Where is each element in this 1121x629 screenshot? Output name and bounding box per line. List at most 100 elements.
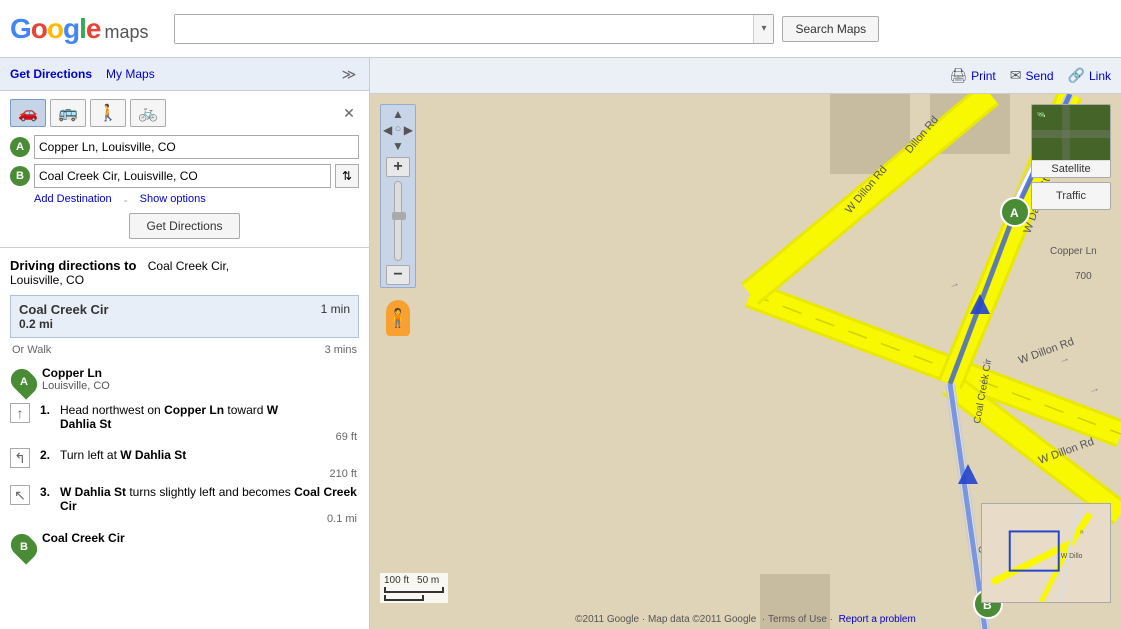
logo-google: Google — [10, 13, 100, 45]
step-3-text: W Dahlia St turns slightly left and beco… — [60, 485, 359, 513]
map-container[interactable]: 🖨 Print ✉ Send 🔗 Link — [370, 58, 1121, 629]
close-form-button[interactable]: ✕ — [339, 103, 359, 123]
pan-left-button[interactable]: ◀ — [383, 123, 393, 137]
scale-label-m: 50 m — [417, 575, 439, 586]
zoom-slider-track — [394, 181, 402, 261]
start-city: Louisville, CO — [42, 380, 359, 392]
waypoint-b-row: B Coal Creek Cir, Louisville, CO ⇅ — [10, 164, 359, 188]
send-link[interactable]: ✉ Send — [1010, 67, 1054, 84]
scale-line-m — [384, 595, 424, 601]
zoom-in-button[interactable]: + — [386, 157, 410, 177]
step-2: ↰ 2. Turn left at W Dahlia St — [10, 445, 359, 470]
logo-maps-text: maps — [104, 22, 148, 43]
transport-car-button[interactable]: 🚗 — [10, 99, 46, 127]
pan-right-button[interactable]: ▶ — [403, 123, 413, 137]
pan-up-button[interactable]: ▲ — [392, 107, 404, 121]
start-step: A Copper Ln Louisville, CO — [10, 366, 359, 396]
satellite-thumbnail: 🛰 — [1032, 105, 1111, 160]
pegman-button[interactable]: 🧍 — [386, 300, 410, 336]
step-3-dist: 0.1 mi — [10, 513, 359, 525]
transport-transit-button[interactable]: 🚌 — [50, 99, 86, 127]
step-2-num: 2. — [40, 448, 54, 462]
link-link[interactable]: 🔗 Link — [1068, 67, 1111, 84]
zoom-out-button[interactable]: − — [386, 265, 410, 285]
turn-1-icon: ↑ — [10, 403, 30, 423]
pan-zoom-control: ▲ ◀ ○ ▶ ▼ + − — [380, 104, 416, 288]
transport-modes: 🚗 🚌 🚶 🚲 ✕ — [10, 99, 359, 127]
swap-waypoints-button[interactable]: ⇅ — [335, 164, 359, 188]
report-problem-link[interactable]: Report a problem — [839, 614, 916, 625]
satellite-layer-button[interactable]: 🛰 Satellite — [1031, 104, 1111, 178]
search-input[interactable] — [175, 15, 753, 43]
scale-bar: 100 ft 50 m — [380, 573, 448, 603]
step-3: ↖ 3. W Dahlia St turns slightly left and… — [10, 482, 359, 515]
mini-map: W Dillo n — [981, 503, 1111, 603]
results-title: Driving directions to — [10, 258, 136, 273]
satellite-label: Satellite — [1032, 160, 1110, 177]
step-1-dist: 69 ft — [10, 431, 359, 443]
directions-form: 🚗 🚌 🚶 🚲 ✕ A Copper Ln, Louisville, CO B … — [0, 91, 369, 248]
scale-label-ft: 100 ft — [384, 575, 409, 586]
nav-bar: Get Directions My Maps ≫ — [0, 58, 369, 91]
waypoint-a-input[interactable]: Copper Ln, Louisville, CO — [34, 135, 359, 159]
step-1-num: 1. — [40, 403, 54, 417]
search-dropdown-button[interactable]: ▾ — [753, 15, 773, 43]
my-maps-link[interactable]: My Maps — [106, 67, 155, 81]
search-bar: ▾ — [174, 14, 774, 44]
or-walk-row: Or Walk 3 mins — [10, 344, 359, 356]
zoom-slider-thumb[interactable] — [392, 212, 406, 220]
turn-2-icon: ↰ — [10, 448, 30, 468]
step-2-dist: 210 ft — [10, 468, 359, 480]
waypoint-a-row: A Copper Ln, Louisville, CO — [10, 135, 359, 159]
waypoint-a-marker: A — [10, 137, 30, 157]
map-toolbar: 🖨 Print ✉ Send 🔗 Link — [370, 58, 1121, 94]
get-directions-link[interactable]: Get Directions — [10, 67, 92, 81]
collapse-sidebar-button[interactable]: ≫ — [339, 64, 359, 84]
route-name: Coal Creek Cir — [19, 302, 109, 317]
start-marker-icon: A — [10, 366, 38, 396]
svg-text:A: A — [1010, 206, 1019, 220]
step-1: ↑ 1. Head northwest on Copper Ln toward … — [10, 400, 359, 433]
logo: Google maps — [10, 13, 148, 45]
transport-walk-button[interactable]: 🚶 — [90, 99, 126, 127]
end-location: Coal Creek Cir — [42, 531, 359, 545]
end-step: B Coal Creek Cir — [10, 531, 359, 561]
print-icon: 🖨 — [949, 67, 967, 84]
main-layout: Get Directions My Maps ≫ 🚗 🚌 🚶 🚲 ✕ A Cop… — [0, 58, 1121, 629]
svg-text:🛰: 🛰 — [1037, 111, 1046, 119]
svg-text:700: 700 — [1075, 271, 1092, 282]
scale-line-ft — [384, 587, 444, 593]
waypoint-b-marker: B — [10, 166, 30, 186]
results-header: Driving directions to Coal Creek Cir, Lo… — [10, 258, 359, 287]
route-summary[interactable]: Coal Creek Cir 0.2 mi 1 min — [10, 295, 359, 338]
svg-text:W Dillo: W Dillo — [1061, 553, 1083, 560]
get-directions-button[interactable]: Get Directions — [129, 213, 239, 239]
step-1-text: Head northwest on Copper Ln toward WDahl… — [60, 403, 359, 431]
link-icon: 🔗 — [1068, 67, 1085, 84]
step-3-num: 3. — [40, 485, 54, 499]
route-time: 1 min — [321, 302, 350, 316]
map-controls: ▲ ◀ ○ ▶ ▼ + − — [380, 104, 416, 336]
search-maps-button[interactable]: Search Maps — [782, 16, 879, 42]
pan-down-button[interactable]: ▼ — [392, 139, 404, 153]
layer-controls: 🛰 Satellite Traffic — [1031, 104, 1111, 210]
start-location: Copper Ln — [42, 366, 359, 380]
traffic-layer-button[interactable]: Traffic — [1031, 182, 1111, 210]
step-2-text: Turn left at W Dahlia St — [60, 448, 359, 462]
turn-3-icon: ↖ — [10, 485, 30, 505]
results-panel: Driving directions to Coal Creek Cir, Lo… — [0, 248, 369, 573]
attribution: ©2011 Google · Map data ©2011 Google · T… — [575, 614, 916, 625]
svg-text:n: n — [1080, 529, 1083, 535]
pan-center-button[interactable]: ○ — [393, 123, 403, 137]
mini-map-svg: W Dillo n — [982, 504, 1110, 602]
add-destination-link[interactable]: Add Destination — [34, 193, 112, 207]
add-destination-row: Add Destination - Show options — [34, 193, 359, 207]
end-marker-icon: B — [10, 531, 38, 561]
waypoint-b-input[interactable]: Coal Creek Cir, Louisville, CO — [34, 164, 331, 188]
transport-bike-button[interactable]: 🚲 — [130, 99, 166, 127]
header: Google maps ▾ Search Maps — [0, 0, 1121, 58]
show-options-link[interactable]: Show options — [140, 193, 206, 207]
send-icon: ✉ — [1010, 67, 1022, 84]
sidebar: Get Directions My Maps ≫ 🚗 🚌 🚶 🚲 ✕ A Cop… — [0, 58, 370, 629]
print-link[interactable]: 🖨 Print — [949, 67, 995, 84]
